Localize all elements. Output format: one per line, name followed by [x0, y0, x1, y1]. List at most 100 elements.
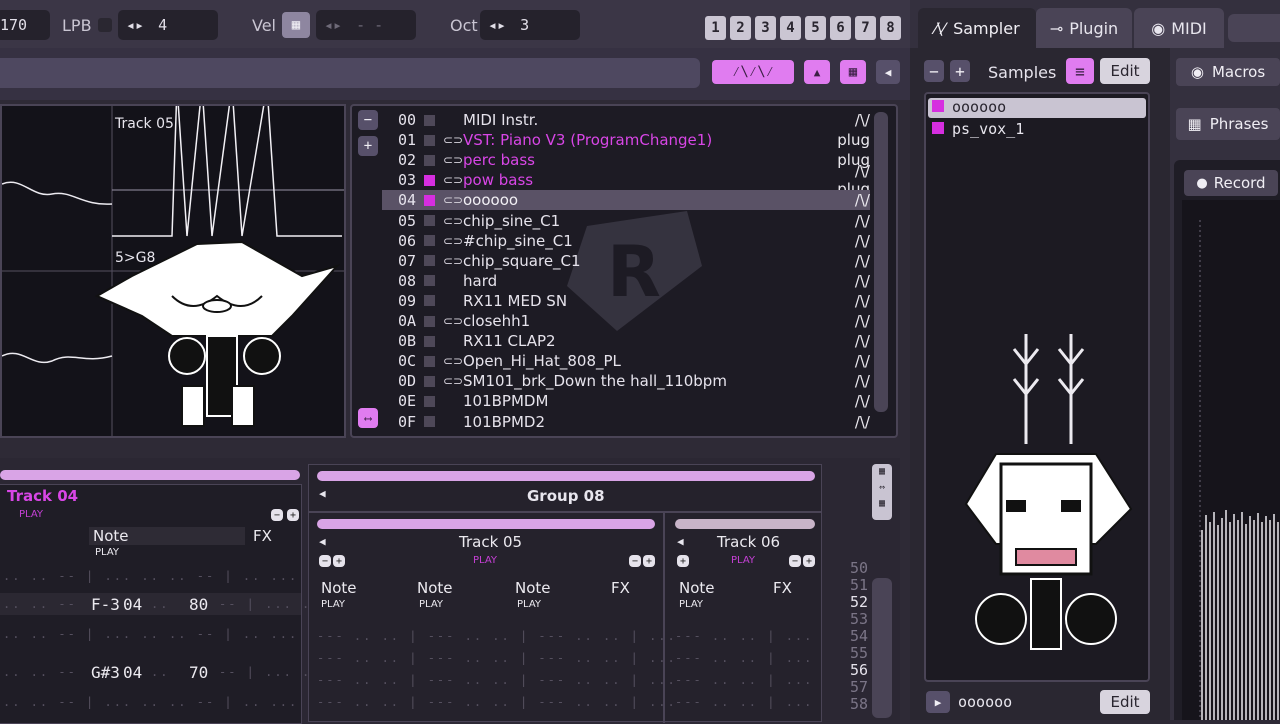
- remove-instrument-button[interactable]: −: [358, 110, 378, 130]
- add-sample-button[interactable]: +: [950, 60, 970, 82]
- instrument-type-icon: /\/: [854, 291, 870, 310]
- track06-add-column-left[interactable]: +: [677, 555, 689, 567]
- tab-sampler[interactable]: ⁄\⁄ Sampler: [918, 8, 1036, 48]
- instrument-row[interactable]: 0C ⊂⊃ Open_Hi_Hat_808_PL /\/: [382, 351, 870, 371]
- track04-row[interactable]: .. .. -- F-3 04 .. 80 -- | ... ..: [0, 593, 318, 615]
- macros-button[interactable]: ◉ Macros: [1176, 58, 1280, 86]
- song-position-bar[interactable]: [0, 58, 700, 88]
- track04-empty-row: .. .. -- | ... .. .. -- | .. ... ..: [3, 569, 326, 583]
- sample-item-1[interactable]: ps_vox_1: [952, 120, 1024, 138]
- track-button-1[interactable]: 1: [705, 16, 726, 40]
- instrument-index: 0D: [397, 372, 416, 391]
- track05-add-column-left[interactable]: +: [333, 555, 345, 567]
- play-icon: ▶: [934, 695, 942, 709]
- instrument-row[interactable]: 0D ⊂⊃ SM101_brk_Down the hall_110bpm /\/: [382, 371, 870, 391]
- track04-row1-note: F-3: [91, 595, 120, 614]
- track-button-8[interactable]: 8: [880, 16, 901, 40]
- instrument-row[interactable]: 0E 101BPMDM /\/: [382, 391, 870, 411]
- track-button-2[interactable]: 2: [730, 16, 751, 40]
- track-button-7[interactable]: 7: [855, 16, 876, 40]
- line-number: 50: [849, 559, 868, 577]
- track04-title: Track 04: [7, 487, 79, 505]
- instrument-row[interactable]: 04 ⊂⊃ oooooo /\/: [382, 190, 870, 211]
- track06-note-play: PLAY: [679, 599, 704, 610]
- footer-edit-button[interactable]: Edit: [1100, 690, 1150, 714]
- track04-row2-inst: 04: [123, 663, 143, 682]
- track04-row[interactable]: .. .. -- G#3 04 .. 70 -- | ... ..: [0, 661, 318, 683]
- instrument-row[interactable]: 01 ⊂⊃ VST: Piano V3 (ProgramChange1) plug: [382, 130, 870, 150]
- tab-plugin[interactable]: ⊸ Plugin: [1036, 8, 1132, 48]
- lpb-field[interactable]: ◂▸ 4: [118, 10, 218, 40]
- collapse-left-button[interactable]: ◀: [876, 60, 900, 84]
- oct-value: 3: [520, 16, 530, 34]
- expand-instrument-button[interactable]: ⟷: [358, 408, 378, 428]
- track05-add-column[interactable]: +: [643, 555, 655, 567]
- track05-note1-label: Note: [321, 579, 357, 597]
- instrument-index: 00: [397, 111, 416, 129]
- grid-view-button[interactable]: ▦: [840, 60, 866, 84]
- line-number: 55: [849, 644, 868, 662]
- instrument-row[interactable]: 06 ⊂⊃ #chip_sine_C1 /\/: [382, 231, 870, 251]
- samples-label: Samples: [988, 63, 1057, 82]
- sample-color-square: [932, 122, 944, 134]
- instrument-row[interactable]: 03 ⊂⊃ pow bass/\/ plug: [382, 162, 870, 198]
- instrument-row[interactable]: 05 ⊂⊃ chip_sine_C1 /\/: [382, 211, 870, 231]
- macros-icon: ◉: [1190, 63, 1204, 81]
- extra-tab[interactable]: [1228, 14, 1280, 42]
- track06-collapse-icon[interactable]: ◀: [677, 535, 684, 548]
- track06-remove-column[interactable]: −: [789, 555, 801, 567]
- keyboard-icon[interactable]: ▦: [282, 12, 310, 38]
- tab-midi[interactable]: ◉ MIDI: [1134, 8, 1224, 48]
- track04-add-column[interactable]: +: [287, 509, 299, 521]
- track-button-4[interactable]: 4: [780, 16, 801, 40]
- line-number: 51: [849, 576, 868, 594]
- track-button-6[interactable]: 6: [830, 16, 851, 40]
- character-illustration: [964, 334, 1133, 650]
- track05-remove-column-left[interactable]: −: [319, 555, 331, 567]
- phrases-button[interactable]: ▦ Phrases: [1176, 108, 1280, 140]
- sample-waveform[interactable]: [1182, 200, 1280, 720]
- track06-play: PLAY: [731, 555, 756, 566]
- instrument-index: 05: [397, 211, 416, 230]
- track06-title: Track 06: [717, 533, 781, 551]
- collapse-up-button[interactable]: ▲: [804, 60, 830, 84]
- instrument-index: 04: [397, 191, 416, 210]
- link-icon: ⊂⊃: [443, 314, 464, 328]
- remove-sample-button[interactable]: −: [924, 60, 944, 82]
- play-sample-button[interactable]: ▶: [926, 691, 950, 713]
- instrument-row[interactable]: 09 RX11 MED SN /\/: [382, 291, 870, 311]
- sample-list-mode-button[interactable]: ≡: [1066, 58, 1094, 84]
- arrows-icon: ◂▸: [324, 16, 343, 34]
- track-button-3[interactable]: 3: [755, 16, 776, 40]
- pattern-side-controls[interactable]: ▦ ⇔ ▦: [872, 464, 892, 520]
- instrument-row[interactable]: 0F 101BPMD2 /\/: [382, 412, 870, 432]
- lpb-toggle[interactable]: [98, 18, 112, 32]
- instrument-scrollbar[interactable]: [874, 112, 888, 412]
- track05-note3-label: Note: [515, 579, 551, 597]
- instrument-row[interactable]: 07 ⊂⊃ chip_square_C1 /\/: [382, 251, 870, 271]
- instrument-color-square: [424, 114, 435, 126]
- track05-remove-column[interactable]: −: [629, 555, 641, 567]
- vel-field[interactable]: ◂▸ - -: [316, 10, 416, 40]
- instrument-index: 09: [397, 291, 416, 310]
- scope-mode-button[interactable]: ⁄\⁄\⁄: [712, 60, 794, 84]
- instrument-row[interactable]: 08 hard /\/: [382, 271, 870, 291]
- arrows-icon: ◂▸: [126, 16, 145, 34]
- add-instrument-button[interactable]: +: [358, 136, 378, 156]
- bpm-field[interactable]: 170: [0, 10, 50, 40]
- track05-collapse-icon[interactable]: ◀: [319, 535, 326, 548]
- pattern-scrollbar[interactable]: [872, 578, 892, 718]
- track04-remove-column[interactable]: −: [271, 509, 283, 521]
- instrument-row[interactable]: 0A ⊂⊃ closehh1 /\/: [382, 311, 870, 331]
- instrument-row[interactable]: 02 ⊂⊃ perc bass plug: [382, 150, 870, 170]
- instrument-row[interactable]: 00 MIDI Instr. /\/: [382, 110, 870, 130]
- sample-list: oooooo ps_vox_1: [924, 92, 1150, 682]
- group08-collapse-icon[interactable]: ◀: [319, 487, 326, 500]
- instrument-row[interactable]: 0B RX11 CLAP2 /\/: [382, 331, 870, 351]
- track-button-5[interactable]: 5: [805, 16, 826, 40]
- midi-icon: ◉: [1151, 18, 1166, 38]
- samples-edit-button[interactable]: Edit: [1100, 58, 1150, 84]
- record-button[interactable]: ● Record: [1184, 170, 1278, 196]
- oct-field[interactable]: ◂▸ 3: [480, 10, 580, 40]
- track06-add-column[interactable]: +: [803, 555, 815, 567]
